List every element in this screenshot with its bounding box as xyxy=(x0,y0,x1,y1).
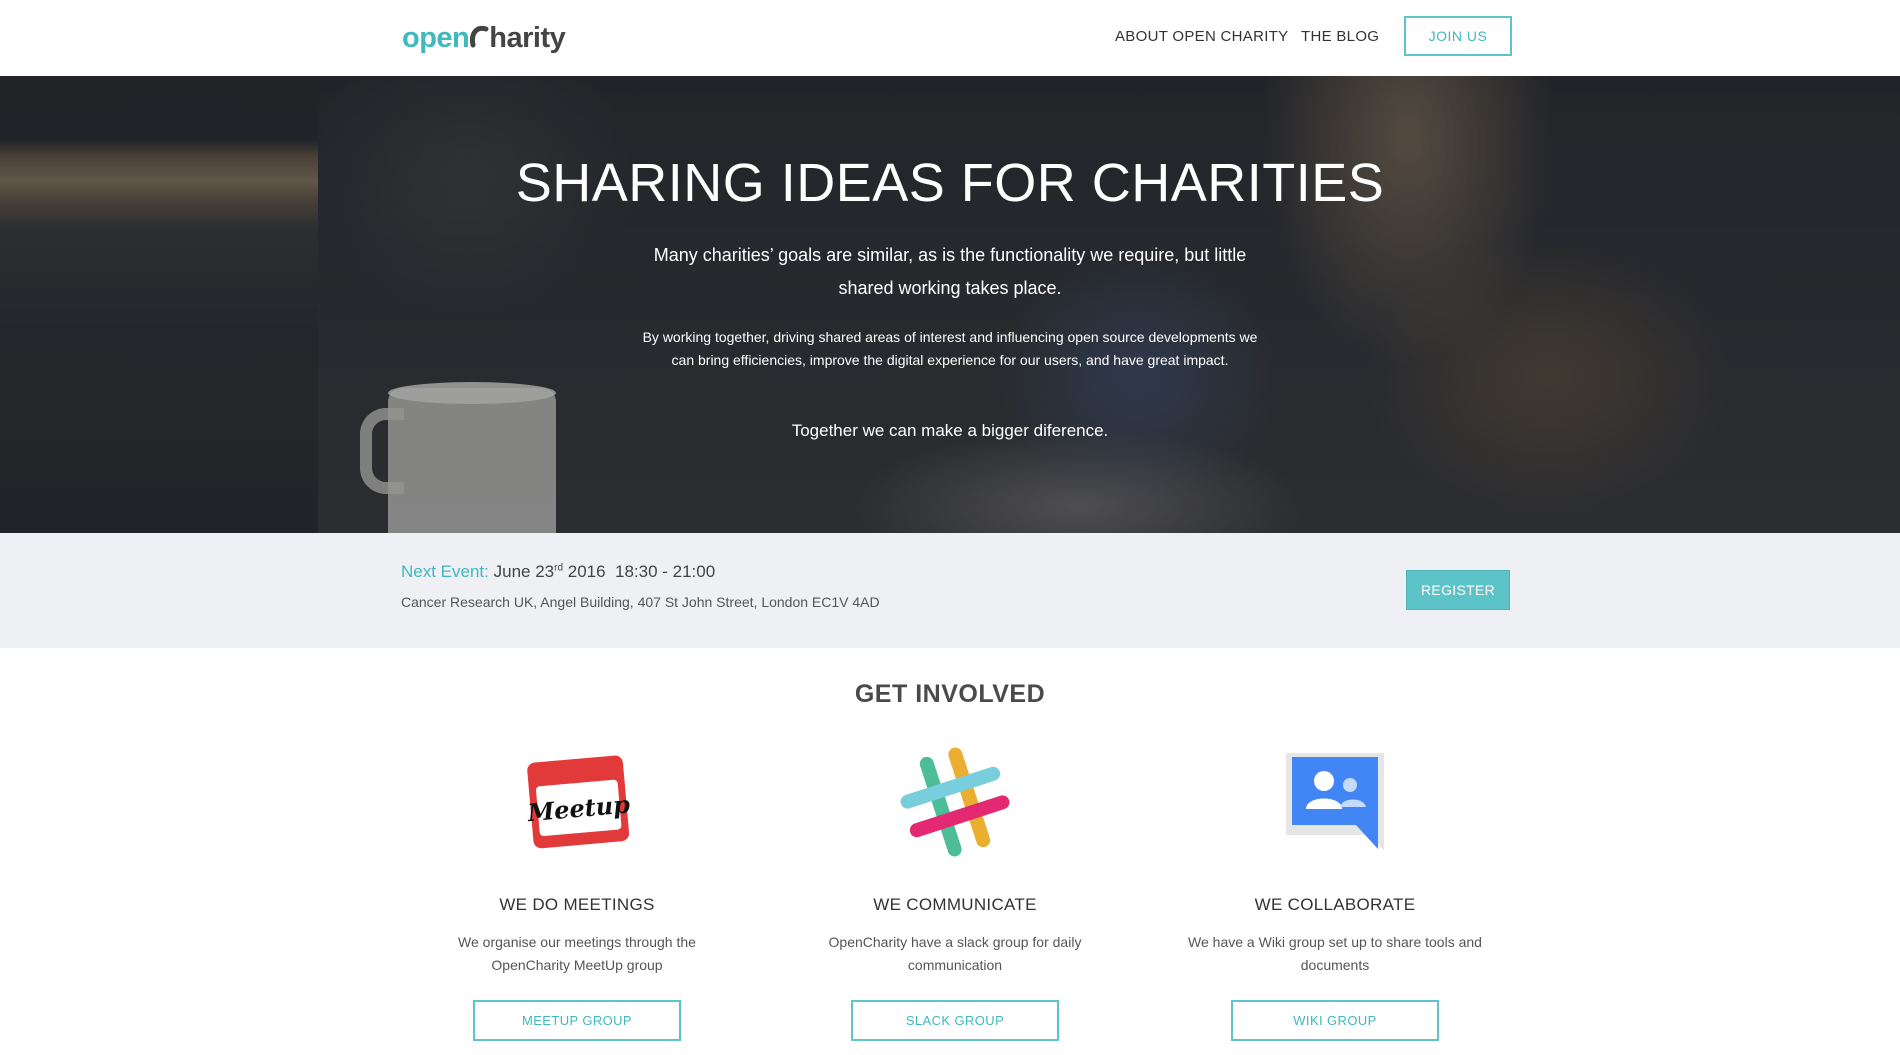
hero-tagline: Together we can make a bigger diference. xyxy=(791,421,1109,440)
event-date-day: June 23 xyxy=(493,562,555,581)
logo-text-open: open xyxy=(402,21,470,54)
google-groups-icon xyxy=(1280,745,1390,860)
get-involved-title: GET INVOLVED xyxy=(854,680,1046,708)
event-address: Cancer Research UK, Angel Building, 407 … xyxy=(401,594,880,610)
nav-about[interactable]: ABOUT OPEN CHARITY xyxy=(1115,28,1288,45)
hero-subtitle: Many charities’ goals are similar, as is… xyxy=(653,245,1247,298)
event-datetime: Next Event: June 23rd 2016 18:30 - 21:00 xyxy=(401,562,715,582)
collaborate-title: WE COLLABORATE xyxy=(1254,895,1416,914)
wiki-group-button[interactable]: WIKI GROUP xyxy=(1231,1000,1439,1041)
hero-body: By working together, driving shared area… xyxy=(642,329,1258,368)
slack-group-button[interactable]: SLACK GROUP xyxy=(851,1000,1059,1041)
meetings-description: We organise our meetings through the Ope… xyxy=(458,934,696,973)
meetings-title: WE DO MEETINGS xyxy=(499,895,655,914)
logo-text-charity: harity xyxy=(489,21,566,54)
hero-banner: SHARING IDEAS FOR CHARITIES Many chariti… xyxy=(0,76,1900,533)
collaborate-description: We have a Wiki group set up to share too… xyxy=(1188,934,1482,973)
next-event-bar: Next Event: June 23rd 2016 18:30 - 21:00… xyxy=(0,533,1900,648)
slack-icon xyxy=(900,745,1010,860)
nav-blog[interactable]: THE BLOG xyxy=(1301,28,1379,45)
join-us-button[interactable]: JOIN US xyxy=(1404,16,1512,56)
communicate-description: OpenCharity have a slack group for daily… xyxy=(828,934,1082,973)
event-date-rest: 2016 18:30 - 21:00 xyxy=(563,562,716,581)
hero-title: SHARING IDEAS FOR CHARITIES xyxy=(515,153,1385,213)
register-button[interactable]: REGISTER xyxy=(1406,570,1510,610)
communicate-title: WE COMMUNICATE xyxy=(873,895,1037,914)
meetup-group-button[interactable]: MEETUP GROUP xyxy=(473,1000,681,1041)
logo-c-icon xyxy=(470,25,489,48)
logo[interactable]: open harity xyxy=(402,18,566,58)
event-label: Next Event: xyxy=(401,562,489,581)
meetup-icon: Meetup xyxy=(522,745,632,860)
event-date-suffix: rd xyxy=(554,562,564,574)
site-header: open harity ABOUT OPEN CHARITY THE BLOG … xyxy=(0,0,1900,76)
